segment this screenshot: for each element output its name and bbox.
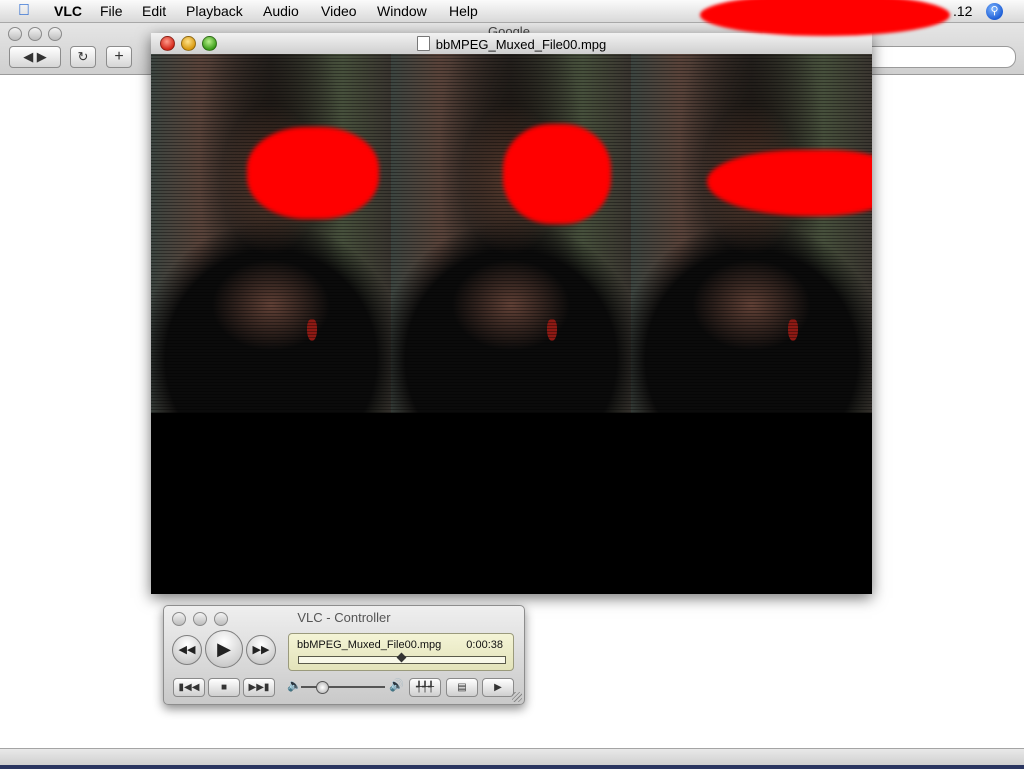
stop-button[interactable]: ■	[208, 678, 240, 697]
video-window-titlebar[interactable]: bbMPEG_Muxed_File00.mpg	[151, 33, 872, 55]
menu-playback[interactable]: Playback	[186, 3, 243, 19]
spotlight-search-icon[interactable]: ⚲	[986, 3, 1003, 20]
volume-thumb[interactable]	[316, 681, 329, 694]
menu-help[interactable]: Help	[449, 3, 478, 19]
fullscreen-icon[interactable]: ▶	[482, 678, 514, 697]
browser-zoom-icon[interactable]	[48, 27, 62, 41]
vlc-video-window[interactable]: bbMPEG_Muxed_File00.mpg	[151, 33, 872, 594]
lcd-display: bbMPEG_Muxed_File00.mpg 0:00:38	[288, 633, 514, 671]
video-frame[interactable]	[151, 54, 872, 413]
apple-logo-icon[interactable]: 	[18, 2, 30, 20]
redaction-scribble	[247, 127, 379, 219]
dock-strip	[0, 765, 1024, 769]
playlist-icon[interactable]: ▤	[446, 678, 478, 697]
menu-app-name[interactable]: VLC	[54, 3, 82, 19]
seek-slider[interactable]	[298, 652, 506, 664]
browser-status-bar	[0, 748, 1024, 769]
lcd-file-name: bbMPEG_Muxed_File00.mpg	[297, 639, 442, 651]
menu-audio[interactable]: Audio	[263, 3, 299, 19]
add-bookmark-icon[interactable]: +	[106, 46, 132, 68]
equalizer-icon[interactable]: ╃╃╃	[409, 678, 441, 697]
controller-title: VLC - Controller	[297, 610, 391, 625]
next-button[interactable]: ▶▶▮	[243, 678, 275, 697]
back-forward-icon[interactable]: ◀ ▶	[9, 46, 61, 68]
rewind-button[interactable]: ◀◀	[172, 635, 202, 665]
browser-close-icon[interactable]	[8, 27, 22, 41]
menu-window[interactable]: Window	[377, 3, 427, 19]
fast-forward-button[interactable]: ▶▶	[246, 635, 276, 665]
volume-track[interactable]	[301, 686, 385, 688]
seek-thumb[interactable]	[396, 652, 407, 663]
menu-clock[interactable]: .12	[953, 3, 972, 19]
menu-video[interactable]: Video	[321, 3, 357, 19]
menu-bar:  VLC File Edit Playback Audio Video Win…	[0, 0, 1024, 36]
browser-minimize-icon[interactable]	[28, 27, 42, 41]
play-button[interactable]: ▶	[205, 630, 243, 668]
menu-edit[interactable]: Edit	[142, 3, 166, 19]
lcd-time: 0:00:38	[466, 639, 503, 651]
document-icon	[416, 36, 430, 51]
previous-button[interactable]: ▮◀◀	[173, 678, 205, 697]
volume-low-icon[interactable]: 🔈	[287, 678, 302, 692]
redaction-scribble	[503, 124, 611, 224]
menu-file[interactable]: File	[100, 3, 123, 19]
reload-icon[interactable]: ↻	[70, 46, 96, 68]
resize-grip-icon[interactable]	[512, 692, 522, 702]
interlace-lines	[151, 54, 872, 413]
volume-high-icon[interactable]: 🔊	[389, 678, 404, 692]
browser-url-field[interactable]	[860, 46, 1016, 68]
video-window-title: bbMPEG_Muxed_File00.mpg	[435, 37, 607, 52]
vlc-controller-window[interactable]: VLC - Controller ◀◀ ▶ ▶▶ bbMPEG_Muxed_Fi…	[163, 605, 525, 705]
